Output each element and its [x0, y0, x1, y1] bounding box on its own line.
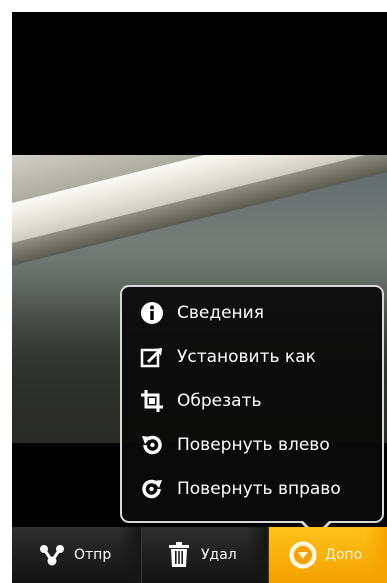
- gallery-screen: Сведения Установить как Обрезать Поверну…: [12, 12, 387, 583]
- label-fade: [365, 527, 387, 583]
- more-button[interactable]: Допо: [269, 527, 387, 583]
- menu-item-crop[interactable]: Обрезать: [122, 379, 382, 423]
- menu-item-rotate-right[interactable]: Повернуть вправо: [122, 467, 382, 511]
- crop-icon: [139, 388, 165, 414]
- delete-label: Удал: [201, 547, 237, 563]
- more-options-menu: Сведения Установить как Обрезать Поверну…: [120, 285, 384, 523]
- share-button[interactable]: Отпр: [12, 527, 142, 583]
- share-label: Отпр: [74, 547, 112, 563]
- menu-item-label: Сведения: [177, 303, 264, 323]
- set-as-icon: [139, 344, 165, 370]
- menu-item-label: Повернуть вправо: [177, 479, 341, 499]
- more-label: Допо: [325, 547, 363, 563]
- menu-item-label: Повернуть влево: [177, 435, 330, 455]
- menu-item-set-as[interactable]: Установить как: [122, 335, 382, 379]
- menu-item-details[interactable]: Сведения: [122, 291, 382, 335]
- menu-item-rotate-left[interactable]: Повернуть влево: [122, 423, 382, 467]
- menu-item-label: Обрезать: [177, 391, 262, 411]
- info-icon: [139, 300, 165, 326]
- menu-item-label: Установить как: [177, 347, 316, 367]
- rotate-left-icon: [139, 432, 165, 458]
- bottom-action-bar: Отпр Удал Допо: [12, 527, 387, 583]
- share-icon: [38, 541, 66, 569]
- label-fade: [119, 527, 141, 583]
- label-fade: [246, 527, 268, 583]
- trash-icon: [165, 541, 193, 569]
- delete-button[interactable]: Удал: [142, 527, 269, 583]
- chevron-down-circle-icon: [289, 541, 317, 569]
- rotate-right-icon: [139, 476, 165, 502]
